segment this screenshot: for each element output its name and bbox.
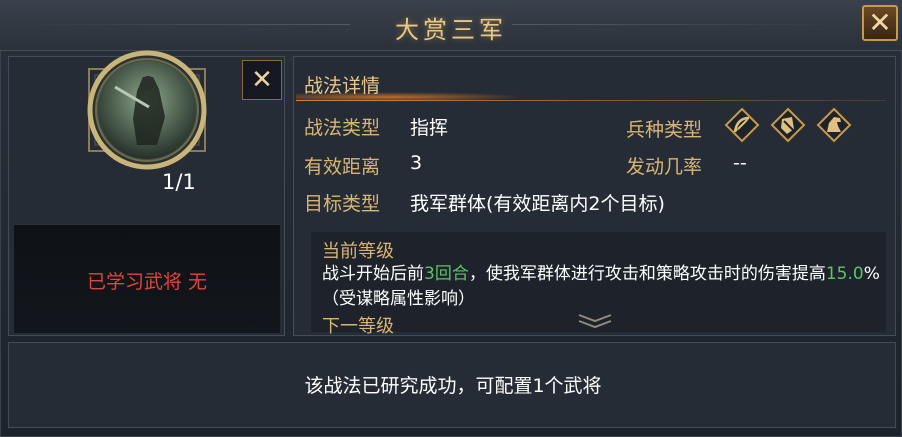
trigger-rate-label: 发动几率 bbox=[626, 156, 703, 178]
status-panel: 该战法已研究成功，可配置1个武将 bbox=[8, 342, 896, 428]
current-level-title: 当前等级 bbox=[322, 241, 394, 262]
research-status-text: 该战法已研究成功，可配置1个武将 bbox=[304, 375, 602, 397]
target-type-label: 目标类型 bbox=[304, 193, 381, 215]
target-type-value: 我军群体(有效距离内2个目标) bbox=[410, 193, 665, 215]
remove-skill-button[interactable]: ✕ bbox=[242, 60, 282, 100]
percent-value: 15.0 bbox=[825, 264, 864, 284]
range-value: 3 bbox=[410, 152, 423, 174]
divider bbox=[296, 100, 886, 101]
skill-type-label: 战法类型 bbox=[304, 117, 381, 139]
skill-count-badge: 1/1 bbox=[162, 170, 196, 194]
rounds-value: 3回合 bbox=[424, 264, 469, 284]
troop-type-label: 兵种类型 bbox=[626, 119, 703, 141]
shield-icon bbox=[770, 107, 806, 143]
bow-icon bbox=[724, 107, 760, 143]
close-button[interactable]: ✕ bbox=[862, 5, 898, 41]
detail-title: 战法详情 bbox=[304, 75, 381, 97]
trigger-rate-value: -- bbox=[733, 152, 747, 174]
horse-icon bbox=[816, 107, 852, 143]
description-text: 战斗开始后前 bbox=[322, 264, 424, 284]
close-icon: ✕ bbox=[868, 6, 892, 39]
chevron-down-icon[interactable] bbox=[575, 312, 615, 330]
description-text: ，使我军群体进行攻击和策略攻击时的伤害提高 bbox=[468, 264, 826, 284]
next-level-title: 下一等级 bbox=[322, 316, 394, 337]
range-label: 有效距离 bbox=[304, 156, 381, 178]
current-level-description: 战斗开始后前3回合，使我军群体进行攻击和策略攻击时的伤害提高15.0%（受谋略属… bbox=[322, 262, 882, 312]
close-icon: ✕ bbox=[251, 65, 273, 95]
skill-type-value: 指挥 bbox=[410, 117, 449, 139]
learned-generals-text: 已学习武将 无 bbox=[86, 271, 208, 293]
skill-portrait[interactable] bbox=[85, 27, 209, 191]
learned-generals-box: 已学习武将 无 bbox=[14, 224, 280, 333]
